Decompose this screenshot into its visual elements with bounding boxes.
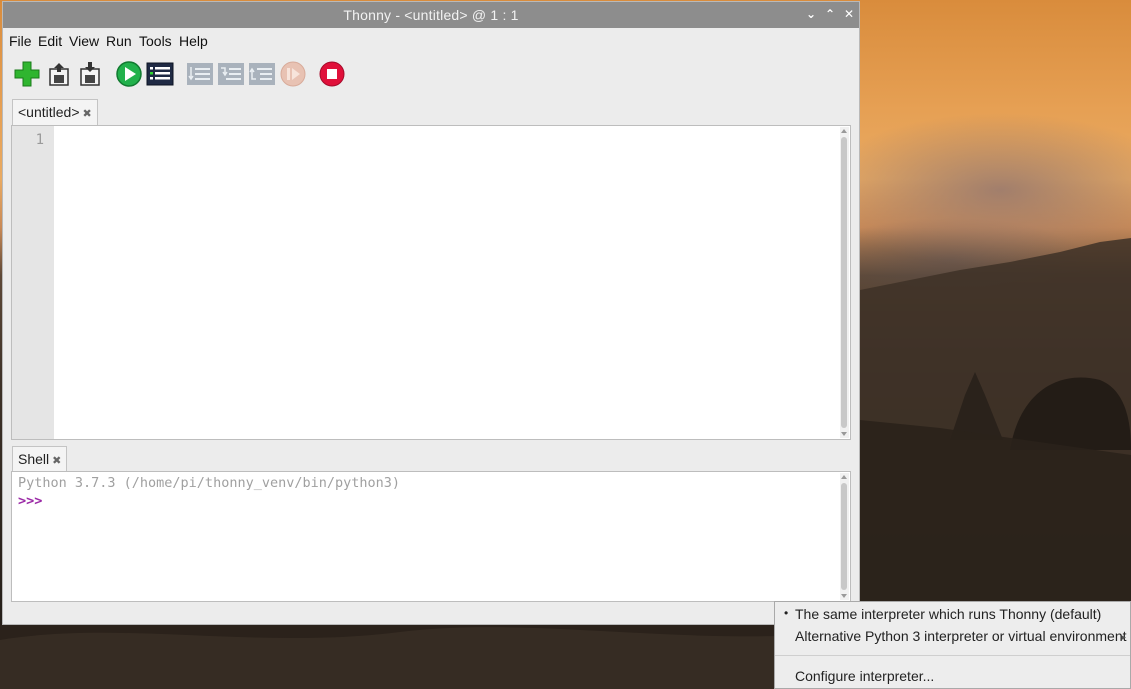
menu-file[interactable]: File (9, 33, 32, 49)
resume-icon (280, 61, 306, 87)
scroll-up-icon[interactable] (841, 129, 847, 133)
shell-tab-label: Shell (18, 451, 50, 467)
step-out-icon (249, 63, 275, 85)
menu-view[interactable]: View (69, 33, 99, 49)
editor-scrollbar[interactable] (840, 127, 849, 438)
line-number-gutter: 1 (12, 126, 54, 439)
toolbar (3, 57, 859, 93)
minimize-button[interactable]: ⌄ (803, 6, 819, 22)
scrollbar-thumb[interactable] (841, 137, 847, 428)
shell-scrollbar[interactable] (840, 473, 849, 600)
close-button[interactable]: ✕ (841, 6, 857, 22)
scroll-down-icon[interactable] (841, 432, 847, 436)
menu-separator (775, 655, 1130, 656)
thonny-window: Thonny - <untitled> @ 1 : 1 ⌄ ⌃ ✕ File E… (2, 1, 860, 625)
save-file-icon (80, 62, 100, 86)
resume-button[interactable] (279, 60, 307, 88)
scrollbar-thumb[interactable] (841, 483, 847, 590)
menu-item-alternative-interpreter[interactable]: Alternative Python 3 interpreter or virt… (795, 628, 1127, 644)
new-file-icon (14, 61, 40, 87)
menu-item-default-interpreter[interactable]: The same interpreter which runs Thonny (… (795, 606, 1101, 622)
menu-help[interactable]: Help (179, 33, 208, 49)
menu-item-configure-interpreter[interactable]: Configure interpreter... (795, 668, 934, 684)
step-into-icon (218, 63, 244, 85)
stop-button[interactable] (318, 60, 346, 88)
new-file-button[interactable] (13, 60, 41, 88)
interpreter-menu: • The same interpreter which runs Thonny… (774, 601, 1131, 689)
line-number: 1 (35, 132, 44, 148)
shell-tab[interactable]: Shell ✖ (12, 446, 68, 472)
shell-console[interactable]: Python 3.7.3 (/home/pi/thonny_venv/bin/p… (11, 471, 851, 602)
close-tab-icon[interactable]: ✖ (83, 108, 92, 120)
save-file-button[interactable] (76, 60, 104, 88)
selected-bullet-icon: • (784, 606, 789, 620)
scroll-up-icon[interactable] (841, 475, 847, 479)
editor-tab-label: <untitled> (18, 104, 80, 120)
editor-tab[interactable]: <untitled> ✖ (12, 99, 98, 125)
submenu-arrow-icon: ▸ (1121, 632, 1126, 642)
close-shell-icon[interactable]: ✖ (52, 455, 61, 467)
shell-prompt: >>> (18, 493, 43, 509)
menu-bar: File Edit View Run Tools Help (3, 29, 859, 53)
menu-run[interactable]: Run (106, 33, 132, 49)
run-button[interactable] (115, 60, 143, 88)
menu-tools[interactable]: Tools (139, 33, 172, 49)
maximize-button[interactable]: ⌃ (822, 6, 838, 22)
debug-icon (146, 62, 174, 86)
step-over-icon (187, 63, 213, 85)
code-editor[interactable]: 1 (11, 125, 851, 440)
window-title: Thonny - <untitled> @ 1 : 1 (343, 7, 519, 23)
stop-icon (319, 61, 345, 87)
open-file-button[interactable] (45, 60, 73, 88)
run-icon (116, 61, 142, 87)
shell-banner: Python 3.7.3 (/home/pi/thonny_venv/bin/p… (18, 475, 401, 491)
step-into-button[interactable] (217, 60, 245, 88)
step-out-button[interactable] (248, 60, 276, 88)
open-file-icon (49, 63, 69, 86)
scroll-down-icon[interactable] (841, 594, 847, 598)
debug-button[interactable] (146, 60, 174, 88)
step-over-button[interactable] (186, 60, 214, 88)
title-bar[interactable]: Thonny - <untitled> @ 1 : 1 ⌄ ⌃ ✕ (3, 2, 859, 28)
menu-edit[interactable]: Edit (38, 33, 62, 49)
